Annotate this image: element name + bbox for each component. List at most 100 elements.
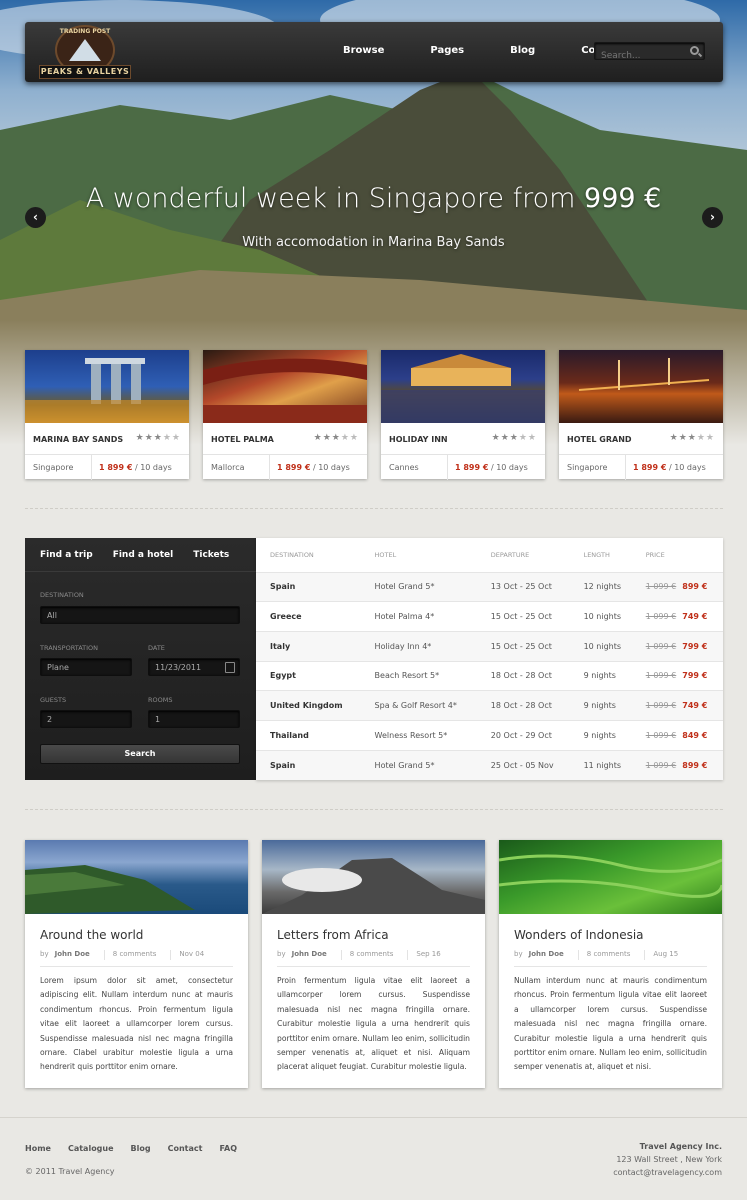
- booking-tabs: Find a trip Find a hotel Tickets: [40, 550, 249, 560]
- rating-stars: ★★★★★: [313, 433, 359, 443]
- post-title[interactable]: Around the world: [40, 928, 143, 942]
- post-image[interactable]: [262, 840, 485, 914]
- hotel-price: 1 899 € / 10 days: [99, 463, 172, 472]
- destination-label: DESTINATION: [40, 591, 84, 599]
- hotel-price: 1 899 € / 10 days: [277, 463, 350, 472]
- footer-links: Home Catalogue Blog Contact FAQ: [25, 1144, 254, 1153]
- post-meta: by John Doe 8 comments Sep 16: [277, 950, 441, 960]
- rating-stars: ★★★★★: [669, 433, 715, 443]
- post-excerpt: Nullam interdum nunc at mauris condiment…: [514, 976, 707, 1072]
- column-length: LENGTH: [583, 550, 610, 559]
- main-navbar: TRADING POST PEAKS & VALLEYS Browse Page…: [25, 22, 723, 82]
- post-author[interactable]: John Doe: [529, 950, 564, 960]
- slider-next-arrow-icon[interactable]: ›: [702, 207, 723, 228]
- hotel-image: [559, 350, 723, 423]
- hotel-name: HOTEL GRAND: [567, 435, 632, 444]
- company-address: Travel Agency Inc. 123 Wall Street , New…: [613, 1140, 722, 1179]
- table-row[interactable]: Egypt Beach Resort 5* 18 Oct - 28 Oct 9 nig…: [256, 660, 723, 691]
- menu-item-pages[interactable]: Pages: [430, 45, 464, 56]
- column-hotel: HOTEL: [374, 550, 397, 559]
- copyright: © 2011 Travel Agency: [25, 1167, 115, 1176]
- tab-find-hotel[interactable]: Find a hotel: [113, 550, 174, 560]
- transportation-select[interactable]: Plane: [40, 658, 132, 676]
- tab-find-trip[interactable]: Find a trip: [40, 550, 93, 560]
- hotel-card[interactable]: MARINA BAY SANDS ★★★★★ Singapore 1 899 € …: [25, 350, 189, 480]
- search-box: [594, 42, 705, 64]
- post-title[interactable]: Wonders of Indonesia: [514, 928, 644, 942]
- tab-tickets[interactable]: Tickets: [193, 550, 229, 560]
- blog-posts: Around the world by John Doe 8 comments Nov…: [25, 840, 722, 1088]
- menu-item-blog[interactable]: Blog: [510, 45, 535, 56]
- column-destination: DESTINATION: [270, 550, 314, 559]
- hotel-location: Singapore: [567, 463, 608, 472]
- divider: [25, 809, 723, 810]
- column-departure: DEPARTURE: [490, 550, 530, 559]
- column-price: PRICE: [645, 550, 665, 559]
- blog-post: Wonders of Indonesia by John Doe 8 comment…: [499, 840, 722, 1088]
- post-date: Sep 16: [416, 950, 441, 958]
- footer-link-contact[interactable]: Contact: [168, 1144, 203, 1153]
- search-input[interactable]: [595, 48, 683, 64]
- company-email[interactable]: contact@travelagency.com: [613, 1168, 722, 1177]
- hotel-location: Singapore: [33, 463, 74, 472]
- guests-label: GUESTS: [40, 696, 67, 704]
- hotel-price: 1 899 € / 10 days: [633, 463, 706, 472]
- mountain-icon: [69, 39, 101, 61]
- divider: [25, 508, 723, 509]
- slide-price: 999 €: [584, 183, 662, 214]
- table-row[interactable]: Italy Holiday Inn 4* 15 Oct - 25 Oct 10 nig…: [256, 630, 723, 662]
- date-field[interactable]: 11/23/2011: [148, 658, 240, 676]
- hotel-image: [203, 350, 367, 423]
- menu-item-browse[interactable]: Browse: [343, 45, 384, 56]
- footer-link-catalogue[interactable]: Catalogue: [68, 1144, 114, 1153]
- table-row[interactable]: Greece Hotel Palma 4* 15 Oct - 25 Oct 10 ni…: [256, 601, 723, 632]
- post-author[interactable]: John Doe: [292, 950, 327, 960]
- blog-post: Around the world by John Doe 8 comments Nov…: [25, 840, 248, 1088]
- hotel-name: HOLIDAY INN: [389, 435, 448, 444]
- post-image[interactable]: [499, 840, 722, 914]
- post-image[interactable]: [25, 840, 248, 914]
- post-date: Aug 15: [653, 950, 679, 958]
- blog-post: Letters from Africa by John Doe 8 comments…: [262, 840, 485, 1088]
- slide-subtitle: With accomodation in Marina Bay Sands: [242, 235, 505, 250]
- footer-link-blog[interactable]: Blog: [131, 1144, 151, 1153]
- search-button[interactable]: Search: [40, 744, 240, 764]
- post-comments[interactable]: 8 comments: [113, 950, 157, 960]
- booking-panel: Find a trip Find a hotel Tickets DESTINA…: [25, 538, 256, 780]
- post-meta: by John Doe 8 comments Nov 04: [40, 950, 205, 960]
- post-author[interactable]: John Doe: [55, 950, 90, 960]
- transportation-label: TRANSPORTATION: [40, 644, 99, 652]
- hotel-card[interactable]: HOTEL GRAND ★★★★★ Singapore 1 899 € / 10 …: [559, 350, 723, 480]
- destination-select[interactable]: All: [40, 606, 240, 624]
- post-comments[interactable]: 8 comments: [350, 950, 394, 960]
- rating-stars: ★★★★★: [491, 433, 537, 443]
- table-row[interactable]: United Kingdom Spa & Golf Resort 4* 18 Oct…: [256, 690, 723, 721]
- table-row[interactable]: Thailand Welness Resort 5* 20 Oct - 29 Oct…: [256, 719, 723, 751]
- calendar-icon[interactable]: [225, 662, 235, 673]
- rating-stars: ★★★★★: [135, 433, 181, 443]
- slider-prev-arrow-icon[interactable]: ‹: [25, 207, 46, 228]
- rooms-field[interactable]: 1: [148, 710, 240, 728]
- table-row[interactable]: Spain Hotel Grand 5* 25 Oct - 05 Nov 11 nig…: [256, 749, 723, 780]
- logo[interactable]: TRADING POST PEAKS & VALLEYS: [39, 25, 131, 79]
- table-row[interactable]: Spain Hotel Grand 5* 13 Oct - 25 Oct 12 nig…: [256, 571, 723, 602]
- hotel-price: 1 899 € / 10 days: [455, 463, 528, 472]
- hotel-card[interactable]: HOTEL PALMA ★★★★★ Mallorca 1 899 € / 10 d…: [203, 350, 367, 480]
- logo-name: PEAKS & VALLEYS: [39, 65, 131, 79]
- search-icon[interactable]: [690, 46, 699, 55]
- post-comments[interactable]: 8 comments: [587, 950, 631, 960]
- guests-field[interactable]: 2: [40, 710, 132, 728]
- post-meta: by John Doe 8 comments Aug 15: [514, 950, 679, 960]
- hotel-location: Cannes: [389, 463, 419, 472]
- footer-link-home[interactable]: Home: [25, 1144, 51, 1153]
- footer-link-faq[interactable]: FAQ: [219, 1144, 237, 1153]
- date-label: DATE: [148, 644, 165, 652]
- deals-table: DESTINATION HOTEL DEPARTURE LENGTH PRICE…: [256, 538, 723, 780]
- post-title[interactable]: Letters from Africa: [277, 928, 389, 942]
- hotel-card[interactable]: HOLIDAY INN ★★★★★ Cannes 1 899 € / 10 day…: [381, 350, 545, 480]
- post-date: Nov 04: [179, 950, 205, 958]
- rooms-label: ROOMS: [148, 696, 173, 704]
- hotel-image: [381, 350, 545, 423]
- hotel-location: Mallorca: [211, 463, 245, 472]
- company-street: 123 Wall Street , New York: [616, 1155, 722, 1164]
